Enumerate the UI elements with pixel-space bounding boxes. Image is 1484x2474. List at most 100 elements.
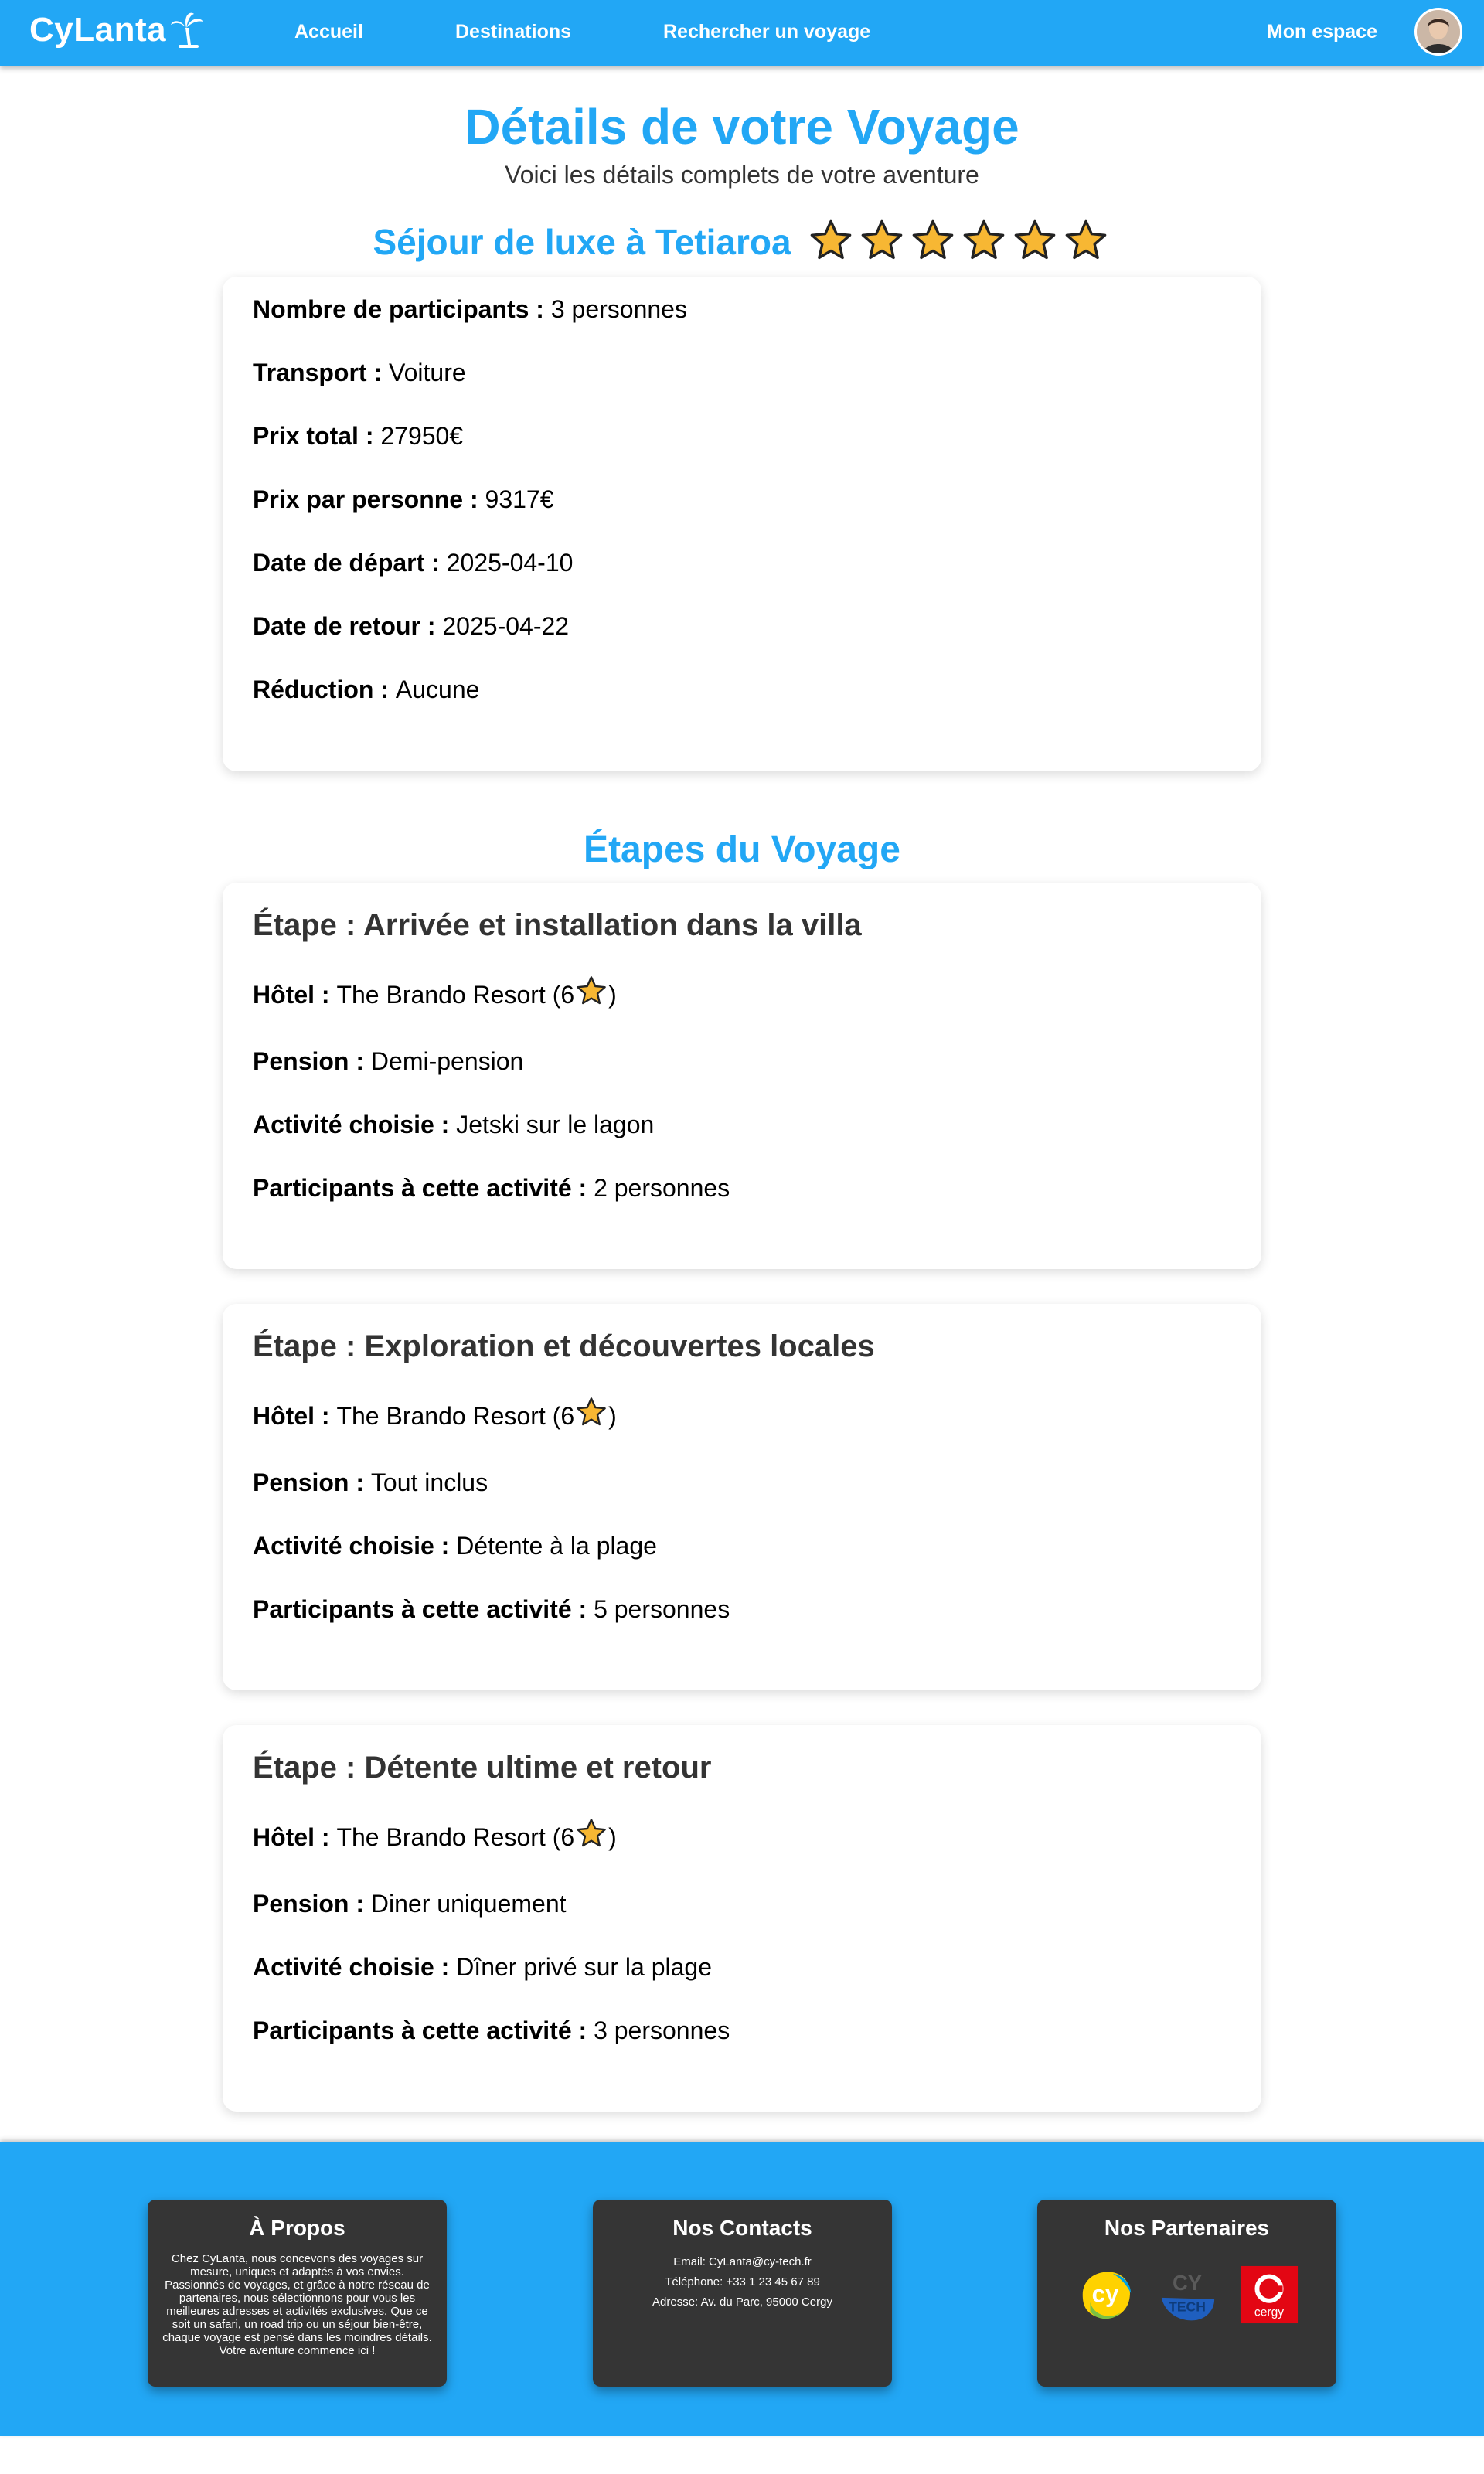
about-text: Chez CyLanta, nous concevons des voyages… (162, 2252, 432, 2357)
activity-participants-label: Participants à cette activité : (253, 1174, 594, 1202)
hotel-close: ) (608, 1822, 617, 1851)
about-box: À Propos Chez CyLanta, nous concevons de… (148, 2200, 447, 2387)
contact-phone: Téléphone: +33 1 23 45 67 89 (665, 2275, 820, 2289)
activity-row: Activité choisie : Détente à la plage (253, 1530, 1231, 1561)
hotel-value: The Brando Resort (6 (336, 1401, 575, 1430)
discount-value: Aucune (395, 676, 480, 703)
cy-logo[interactable]: cy (1075, 2265, 1135, 2325)
trip-rating (805, 219, 1111, 266)
cergy-logo[interactable]: cergy (1239, 2265, 1299, 2325)
return-date-label: Date de retour : (253, 612, 443, 640)
departure-date-label: Date de départ : (253, 549, 447, 577)
contacts-title: Nos Contacts (672, 2216, 812, 2240)
transport-value: Voiture (389, 359, 466, 386)
hotel-label: Hôtel : (253, 1822, 337, 1851)
trip-title: Séjour de luxe à Tetiaroa (373, 222, 791, 262)
activity-participants-label: Participants à cette activité : (253, 1595, 594, 1623)
pension-row: Pension : Tout inclus (253, 1467, 1231, 1498)
discount-label: Réduction : (253, 676, 396, 703)
site-footer: À Propos Chez CyLanta, nous concevons de… (0, 2142, 1484, 2436)
star-icon (576, 975, 607, 1013)
star-icon (809, 219, 853, 266)
hotel-close: ) (608, 980, 617, 1009)
pension-value: Demi-pension (370, 1047, 524, 1075)
activity-participants-row: Participants à cette activité : 2 person… (253, 1172, 1231, 1203)
about-title: À Propos (249, 2216, 345, 2240)
total-price-label: Prix total : (253, 422, 381, 450)
return-date-value: 2025-04-22 (442, 612, 570, 640)
pension-value: Diner uniquement (370, 1890, 567, 1918)
activity-label: Activité choisie : (253, 1111, 457, 1138)
total-price-value: 27950€ (380, 422, 464, 450)
participants-row: Nombre de participants : 3 personnes (253, 294, 1231, 325)
activity-participants-row: Participants à cette activité : 3 person… (253, 2015, 1231, 2046)
transport-label: Transport : (253, 359, 390, 386)
hotel-label: Hôtel : (253, 1401, 337, 1430)
return-date-row: Date de retour : 2025-04-22 (253, 611, 1231, 641)
transport-row: Transport : Voiture (253, 357, 1231, 388)
activity-label: Activité choisie : (253, 1532, 457, 1560)
nav-link-accueil[interactable]: Accueil (294, 21, 363, 43)
hotel-label: Hôtel : (253, 980, 337, 1009)
departure-date-row: Date de départ : 2025-04-10 (253, 547, 1231, 578)
stage-title: Étape : Détente ultime et retour (253, 1751, 712, 1785)
brand-logo[interactable]: CyLanta (29, 11, 205, 49)
hotel-row: Hôtel : The Brando Resort (6 ) (253, 1397, 1231, 1434)
hotel-value: The Brando Resort (6 (336, 980, 575, 1009)
activity-value: Jetski sur le lagon (456, 1111, 655, 1138)
contacts-box: Nos Contacts Email: CyLanta@cy-tech.fr T… (593, 2200, 892, 2387)
activity-value: Détente à la plage (456, 1532, 657, 1560)
star-icon (962, 219, 1006, 266)
trip-summary-card: Nombre de participants : 3 personnes Tra… (223, 277, 1261, 771)
page-title: Détails de votre Voyage (465, 99, 1019, 155)
user-photo-icon (1417, 10, 1460, 53)
price-per-person-value: 9317€ (485, 485, 554, 513)
stage-title: Étape : Exploration et découvertes local… (253, 1329, 875, 1363)
activity-label: Activité choisie : (253, 1953, 457, 1981)
svg-text:CY: CY (1173, 2271, 1202, 2295)
nav-link-my-space[interactable]: Mon espace (1267, 21, 1377, 43)
hotel-row: Hôtel : The Brando Resort (6 ) (253, 975, 1231, 1013)
avatar[interactable] (1414, 8, 1462, 56)
contact-email[interactable]: Email: CyLanta@cy-tech.fr (607, 2252, 878, 2272)
activity-participants-row: Participants à cette activité : 5 person… (253, 1594, 1231, 1625)
stage-title: Étape : Arrivée et installation dans la … (253, 908, 862, 942)
stages-section-title: Étapes du Voyage (584, 829, 900, 870)
palm-tree-icon (171, 12, 204, 48)
activity-value: Dîner privé sur la plage (456, 1953, 713, 1981)
partner-logos: cy CY TECH cergy (1051, 2265, 1322, 2325)
activity-row: Activité choisie : Jetski sur le lagon (253, 1109, 1231, 1140)
pension-label: Pension : (253, 1047, 371, 1075)
star-icon (576, 1397, 607, 1434)
activity-row: Activité choisie : Dîner privé sur la pl… (253, 1952, 1231, 1982)
star-icon (1013, 219, 1057, 266)
pension-row: Pension : Demi-pension (253, 1046, 1231, 1077)
svg-text:TECH: TECH (1169, 2299, 1206, 2314)
stages-list: Étape : Arrivée et installation dans la … (0, 883, 1484, 2112)
partners-title: Nos Partenaires (1104, 2216, 1270, 2240)
svg-text:cy: cy (1091, 2281, 1118, 2308)
hotel-close: ) (608, 1401, 617, 1430)
discount-row: Réduction : Aucune (253, 674, 1231, 705)
activity-participants-value: 5 personnes (594, 1595, 730, 1623)
pension-value: Tout inclus (370, 1468, 488, 1496)
cy-tech-logo[interactable]: CY TECH (1157, 2265, 1217, 2325)
page-subtitle: Voici les détails complets de votre aven… (505, 161, 979, 189)
top-navbar: CyLanta Accueil Destinations Rechercher … (0, 0, 1484, 66)
star-icon (860, 219, 904, 266)
star-icon (911, 219, 955, 266)
nav-link-destinations[interactable]: Destinations (455, 21, 571, 43)
price-per-person-label: Prix par personne : (253, 485, 485, 513)
nav-link-search-trip[interactable]: Rechercher un voyage (663, 21, 870, 43)
contact-address: Adresse: Av. du Parc, 95000 Cergy (652, 2295, 832, 2309)
total-price-row: Prix total : 27950€ (253, 420, 1231, 451)
pension-label: Pension : (253, 1468, 371, 1496)
pension-label: Pension : (253, 1890, 371, 1918)
stage-card: Étape : Exploration et découvertes local… (223, 1304, 1261, 1690)
pension-row: Pension : Diner uniquement (253, 1888, 1231, 1919)
brand-name[interactable]: CyLanta (29, 11, 166, 49)
participants-value: 3 personnes (550, 295, 687, 323)
svg-text:cergy: cergy (1254, 2306, 1283, 2319)
partners-box: Nos Partenaires cy CY TECH cergy (1037, 2200, 1336, 2387)
activity-participants-label: Participants à cette activité : (253, 2016, 594, 2044)
